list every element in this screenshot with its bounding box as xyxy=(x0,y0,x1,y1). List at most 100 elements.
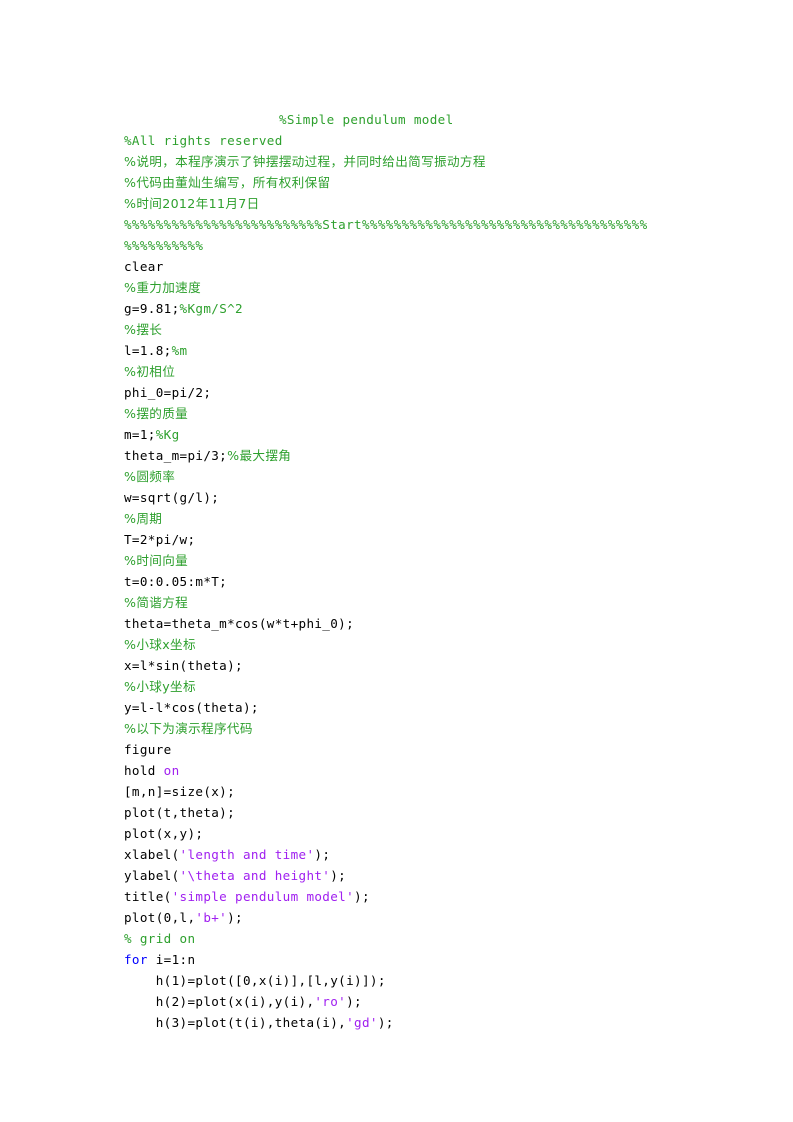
code-line: %%%%%%%%%% xyxy=(124,235,724,256)
code-token-comment: %圆频率 xyxy=(124,468,176,484)
code-line: %重力加速度 xyxy=(124,277,724,298)
code-token-plain: w=sqrt(g/l); xyxy=(124,489,220,505)
code-line: %时间向量 xyxy=(124,550,724,571)
code-line: h(1)=plot([0,x(i)],[l,y(i)]); xyxy=(124,970,724,991)
code-token-plain: hold xyxy=(124,762,164,778)
code-token-plain: ); xyxy=(227,909,243,925)
code-token-string: '\theta and height' xyxy=(179,867,331,883)
code-token-comment: %周期 xyxy=(124,510,163,526)
code-token-plain: figure xyxy=(124,741,172,757)
code-line: y=l-l*cos(theta); xyxy=(124,697,724,718)
code-token-plain: y=l-l*cos(theta); xyxy=(124,699,259,715)
code-line: [m,n]=size(x); xyxy=(124,781,724,802)
code-line: %简谐方程 xyxy=(124,592,724,613)
code-token-comment: %初相位 xyxy=(124,363,176,379)
code-token-string: 'length and time' xyxy=(179,846,315,862)
code-token-kw-mag: on xyxy=(163,762,180,778)
code-token-plain: [m,n]=size(x); xyxy=(124,783,236,799)
code-token-comment: %摆的质量 xyxy=(124,405,189,421)
code-listing: %Simple pendulum model %All rights reserv… xyxy=(124,109,724,1033)
code-token-plain: title( xyxy=(124,888,172,904)
code-token-plain: i=1:n xyxy=(147,951,196,967)
code-token-comment: %小球y坐标 xyxy=(124,678,196,694)
code-token-plain: ); xyxy=(354,888,370,904)
code-line: x=l*sin(theta); xyxy=(124,655,724,676)
code-token-string: 'simple pendulum model' xyxy=(171,888,355,904)
code-token-plain: plot(0,l, xyxy=(124,909,196,925)
code-token-string: 'b+' xyxy=(195,909,228,925)
code-token-comment: %Kgm/S^2 xyxy=(179,300,243,316)
code-line: theta_m=pi/3;%最大摆角 xyxy=(124,445,724,466)
code-line: %%%%%%%%%%%%%%%%%%%%%%%%%Start%%%%%%%%%%… xyxy=(124,214,724,235)
code-line: %周期 xyxy=(124,508,724,529)
code-token-plain: ); xyxy=(330,867,347,883)
code-line: title('simple pendulum model'); xyxy=(124,886,724,907)
code-token-comment: %小球x坐标 xyxy=(124,636,196,652)
code-token-string: 'gd' xyxy=(346,1014,378,1030)
code-line: ylabel('\theta and height'); xyxy=(124,865,724,886)
code-token-comment: %简谐方程 xyxy=(124,594,189,610)
code-token-comment: %代码由董灿生编写，所有权利保留 xyxy=(124,174,331,190)
code-line: clear xyxy=(124,256,724,277)
code-token-comment: %重力加速度 xyxy=(124,279,202,295)
code-token-plain: clear xyxy=(124,258,164,274)
code-token-plain: h(2)=plot(x(i),y(i), xyxy=(124,993,315,1009)
code-token-comment: %时间2012年11月7日 xyxy=(124,195,260,211)
code-token-comment: % grid on xyxy=(124,930,196,946)
code-line: m=1;%Kg xyxy=(124,424,724,445)
code-token-comment: %摆长 xyxy=(124,321,163,337)
code-token-comment: %说明，本程序演示了钟摆摆动过程，并同时给出简写振动方程 xyxy=(124,153,486,169)
code-line: h(3)=plot(t(i),theta(i),'gd'); xyxy=(124,1012,724,1033)
page-canvas: %Simple pendulum model %All rights reserv… xyxy=(0,0,793,1122)
code-token-comment: %Simple pendulum model xyxy=(279,111,454,127)
code-line: % grid on xyxy=(124,928,724,949)
code-token-keyword: for xyxy=(124,951,148,967)
code-line: for i=1:n xyxy=(124,949,724,970)
code-line: g=9.81;%Kgm/S^2 xyxy=(124,298,724,319)
code-line: %小球x坐标 xyxy=(124,634,724,655)
code-line: figure xyxy=(124,739,724,760)
code-token-plain: h(1)=plot([0,x(i)],[l,y(i)]); xyxy=(124,972,386,988)
code-line: %摆的质量 xyxy=(124,403,724,424)
code-token-plain: plot(t,theta); xyxy=(124,804,236,820)
code-token-comment: %%%%%%%%%%%%%%%%%%%%%%%%%Start%%%%%%%%%%… xyxy=(124,216,648,232)
code-line: %圆频率 xyxy=(124,466,724,487)
code-token-plain: ); xyxy=(377,1014,394,1030)
code-line: %摆长 xyxy=(124,319,724,340)
code-line: %All rights reserved xyxy=(124,130,724,151)
code-line: l=1.8;%m xyxy=(124,340,724,361)
code-line: phi_0=pi/2; xyxy=(124,382,724,403)
code-line: h(2)=plot(x(i),y(i),'ro'); xyxy=(124,991,724,1012)
code-line: %时间2012年11月7日 xyxy=(124,193,724,214)
code-line: t=0:0.05:m*T; xyxy=(124,571,724,592)
code-token-comment: %时间向量 xyxy=(124,552,189,568)
code-token-plain: phi_0=pi/2; xyxy=(124,384,212,400)
code-token-plain: T=2*pi/w; xyxy=(124,531,196,547)
code-line: xlabel('length and time'); xyxy=(124,844,724,865)
code-token-string: 'ro' xyxy=(314,993,347,1009)
code-token-comment: %%%%%%%%%% xyxy=(124,237,204,253)
code-token-plain: h(3)=plot(t(i),theta(i), xyxy=(124,1014,347,1030)
code-token-plain: theta_m=pi/3; xyxy=(124,447,228,463)
code-line: %初相位 xyxy=(124,361,724,382)
code-token-comment: %m xyxy=(171,342,188,358)
code-line: theta=theta_m*cos(w*t+phi_0); xyxy=(124,613,724,634)
code-line: %说明，本程序演示了钟摆摆动过程，并同时给出简写振动方程 xyxy=(124,151,724,172)
code-line: %以下为演示程序代码 xyxy=(124,718,724,739)
code-line: %Simple pendulum model xyxy=(124,109,724,130)
code-token-plain: m=1; xyxy=(124,426,156,442)
code-line: %代码由董灿生编写，所有权利保留 xyxy=(124,172,724,193)
code-line: plot(x,y); xyxy=(124,823,724,844)
code-token-plain: g=9.81; xyxy=(124,300,180,316)
code-token-plain: l=1.8; xyxy=(124,342,172,358)
code-line: T=2*pi/w; xyxy=(124,529,724,550)
code-line: plot(0,l,'b+'); xyxy=(124,907,724,928)
code-token-comment: %最大摆角 xyxy=(227,447,292,463)
code-line: %小球y坐标 xyxy=(124,676,724,697)
code-token-plain: plot(x,y); xyxy=(124,825,204,841)
code-token-plain: x=l*sin(theta); xyxy=(124,657,243,673)
code-token-plain: ylabel( xyxy=(124,867,180,883)
code-token-comment: %以下为演示程序代码 xyxy=(124,720,253,736)
code-line: plot(t,theta); xyxy=(124,802,724,823)
code-token-plain: theta=theta_m*cos(w*t+phi_0); xyxy=(124,615,355,631)
